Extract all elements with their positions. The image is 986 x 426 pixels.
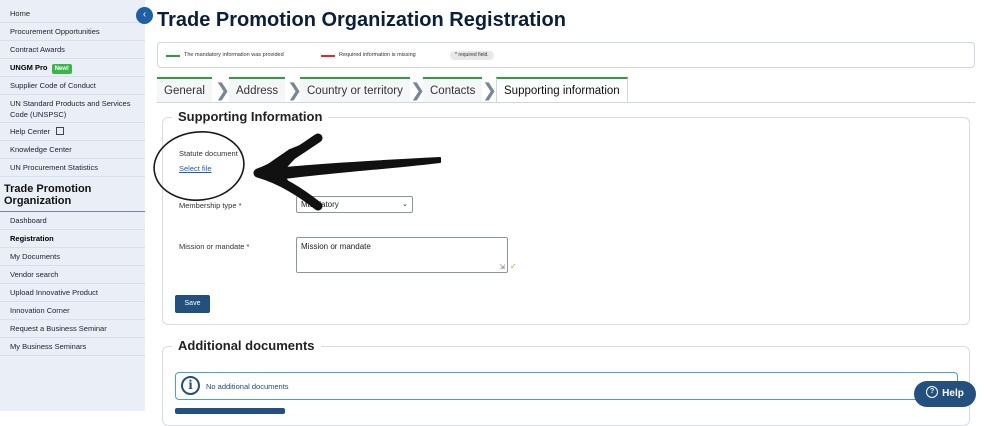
supporting-information-section (162, 117, 970, 325)
select-value: Mandatory (301, 200, 339, 209)
tab-country[interactable]: Country or territory (300, 77, 410, 102)
sidebar-item-procurement-opportunities[interactable]: Procurement Opportunities (0, 23, 145, 41)
checkmark-icon: ✓ (510, 262, 517, 271)
status-legend: The mandatory information was provided R… (157, 42, 975, 68)
chevron-right-icon: ❯ (215, 80, 231, 100)
tab-contacts[interactable]: Contacts (423, 77, 483, 102)
question-icon: ? (926, 386, 939, 399)
sidebar-item-dashboard[interactable]: Dashboard (0, 212, 145, 230)
chevron-down-icon: ⌄ (402, 201, 408, 208)
tab-divider (157, 102, 975, 103)
tab-general[interactable]: General (157, 77, 212, 102)
chevron-right-icon: ❯ (482, 80, 498, 100)
required-field-pill: * required field. (450, 51, 494, 60)
sidebar-item-label: Help Center (10, 127, 51, 136)
legend-missing-text: Required information is missing (339, 52, 416, 58)
help-label: Help (942, 388, 964, 399)
info-message: i No additional documents (175, 372, 958, 400)
membership-label: Membership type * (179, 201, 242, 210)
sidebar: Home Procurement Opportunities Contract … (0, 0, 145, 411)
page-title: Trade Promotion Organization Registratio… (157, 9, 566, 31)
add-document-button[interactable] (175, 408, 285, 414)
sidebar-item-home[interactable]: Home (0, 5, 145, 23)
sidebar-section-title: Trade Promotion Organization (0, 177, 145, 212)
chevron-left-icon: ‹ (142, 9, 147, 20)
sidebar-item-request-seminar[interactable]: Request a Business Seminar (0, 320, 145, 338)
membership-type-select[interactable]: Mandatory ⌄ (296, 196, 413, 213)
sidebar-item-knowledge-center[interactable]: Knowledge Center (0, 141, 145, 159)
sidebar-item-contract-awards[interactable]: Contract Awards (0, 41, 145, 59)
sidebar-item-ungm-pro[interactable]: UNGM Pro New! (0, 59, 145, 77)
sidebar-item-registration[interactable]: Registration (0, 230, 145, 248)
legend-provided-text: The mandatory information was provided (184, 52, 284, 58)
new-badge: New! (51, 64, 72, 74)
missing-indicator (321, 55, 335, 57)
sidebar-item-unspsc[interactable]: UN Standard Products and Services Code (… (0, 95, 145, 123)
sidebar-item-vendor-search[interactable]: Vendor search (0, 266, 145, 284)
sidebar-item-my-seminars[interactable]: My Business Seminars (0, 338, 145, 356)
provided-indicator (166, 55, 180, 57)
sidebar-item-procurement-statistics[interactable]: UN Procurement Statistics (0, 159, 145, 177)
sidebar-item-innovation-corner[interactable]: Innovation Corner (0, 302, 145, 320)
tab-supporting-information[interactable]: Supporting information (496, 77, 628, 103)
help-button[interactable]: ? Help (914, 381, 976, 407)
select-file-link[interactable]: Select file (179, 164, 212, 173)
section-title: Additional documents (172, 338, 321, 353)
info-icon: i (181, 376, 200, 395)
resize-handle-icon[interactable]: ⇲ (499, 263, 505, 271)
sidebar-item-help-center[interactable]: Help Center (0, 123, 145, 141)
save-button[interactable]: Save (175, 295, 210, 313)
sidebar-item-supplier-code[interactable]: Supplier Code of Conduct (0, 77, 145, 95)
mission-label: Mission or mandate * (179, 242, 250, 251)
external-link-icon (56, 127, 65, 136)
section-title: Supporting Information (172, 109, 329, 124)
sidebar-item-my-documents[interactable]: My Documents (0, 248, 145, 266)
sidebar-item-upload-product[interactable]: Upload Innovative Product (0, 284, 145, 302)
tab-address[interactable]: Address (229, 77, 286, 102)
mission-textarea[interactable]: Mission or mandate ⇲ (296, 237, 508, 273)
textarea-value: Mission or mandate (301, 242, 371, 251)
sidebar-item-label: UNGM Pro (10, 63, 48, 72)
statute-label: Statute document * (179, 149, 243, 158)
collapse-sidebar-button[interactable]: ‹ (136, 7, 153, 24)
info-text: No additional documents (206, 382, 289, 391)
